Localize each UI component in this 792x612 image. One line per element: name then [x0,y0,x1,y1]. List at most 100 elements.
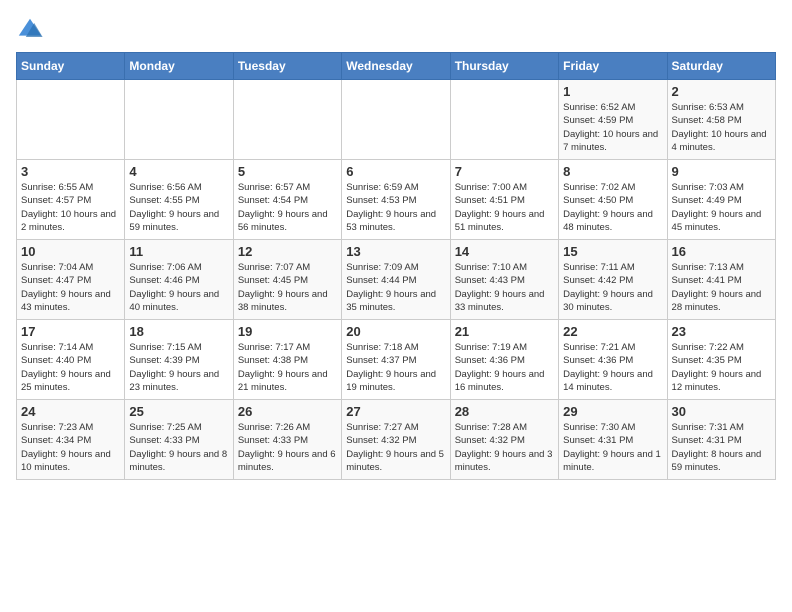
calendar-cell: 15Sunrise: 7:11 AM Sunset: 4:42 PM Dayli… [559,240,667,320]
calendar-cell: 11Sunrise: 7:06 AM Sunset: 4:46 PM Dayli… [125,240,233,320]
day-number: 25 [129,404,228,419]
day-detail: Sunrise: 6:59 AM Sunset: 4:53 PM Dayligh… [346,181,445,234]
day-number: 1 [563,84,662,99]
weekday-header-friday: Friday [559,53,667,80]
day-number: 18 [129,324,228,339]
day-detail: Sunrise: 6:55 AM Sunset: 4:57 PM Dayligh… [21,181,120,234]
day-detail: Sunrise: 7:10 AM Sunset: 4:43 PM Dayligh… [455,261,554,314]
calendar-cell: 2Sunrise: 6:53 AM Sunset: 4:58 PM Daylig… [667,80,775,160]
day-detail: Sunrise: 7:23 AM Sunset: 4:34 PM Dayligh… [21,421,120,474]
calendar-cell [342,80,450,160]
day-number: 4 [129,164,228,179]
calendar-cell [125,80,233,160]
weekday-header-thursday: Thursday [450,53,558,80]
day-number: 24 [21,404,120,419]
day-detail: Sunrise: 7:13 AM Sunset: 4:41 PM Dayligh… [672,261,771,314]
calendar-cell [233,80,341,160]
day-detail: Sunrise: 6:52 AM Sunset: 4:59 PM Dayligh… [563,101,662,154]
day-detail: Sunrise: 7:18 AM Sunset: 4:37 PM Dayligh… [346,341,445,394]
day-detail: Sunrise: 7:28 AM Sunset: 4:32 PM Dayligh… [455,421,554,474]
day-number: 20 [346,324,445,339]
calendar-cell: 3Sunrise: 6:55 AM Sunset: 4:57 PM Daylig… [17,160,125,240]
day-detail: Sunrise: 7:25 AM Sunset: 4:33 PM Dayligh… [129,421,228,474]
day-number: 17 [21,324,120,339]
week-row-1: 1 Sunrise: 6:52 AM Sunset: 4:59 PM Daylig… [17,80,776,160]
day-number: 8 [563,164,662,179]
day-detail: Sunrise: 7:22 AM Sunset: 4:35 PM Dayligh… [672,341,771,394]
day-detail: Sunrise: 7:00 AM Sunset: 4:51 PM Dayligh… [455,181,554,234]
day-detail: Sunrise: 7:03 AM Sunset: 4:49 PM Dayligh… [672,181,771,234]
day-detail: Sunrise: 7:19 AM Sunset: 4:36 PM Dayligh… [455,341,554,394]
calendar-cell [17,80,125,160]
calendar-cell: 12 Sunrise: 7:07 AM Sunset: 4:45 PM Dayli… [233,240,341,320]
calendar-cell: 28 Sunrise: 7:28 AM Sunset: 4:32 PM Dayli… [450,400,558,480]
calendar-cell: 8 Sunrise: 7:02 AM Sunset: 4:50 PM Daylig… [559,160,667,240]
day-detail: Sunrise: 7:11 AM Sunset: 4:42 PM Dayligh… [563,261,662,314]
day-number: 19 [238,324,337,339]
header [16,16,776,44]
calendar-cell [450,80,558,160]
calendar-cell: 20 Sunrise: 7:18 AM Sunset: 4:37 PM Dayli… [342,320,450,400]
day-number: 12 [238,244,337,259]
week-row-2: 3Sunrise: 6:55 AM Sunset: 4:57 PM Daylig… [17,160,776,240]
weekday-header-sunday: Sunday [17,53,125,80]
logo [16,16,48,44]
day-number: 2 [672,84,771,99]
calendar-cell: 1 Sunrise: 6:52 AM Sunset: 4:59 PM Daylig… [559,80,667,160]
week-row-5: 24 Sunrise: 7:23 AM Sunset: 4:34 PM Dayli… [17,400,776,480]
day-detail: Sunrise: 7:04 AM Sunset: 4:47 PM Dayligh… [21,261,120,314]
calendar-cell: 5 Sunrise: 6:57 AM Sunset: 4:54 PM Daylig… [233,160,341,240]
calendar-cell: 9Sunrise: 7:03 AM Sunset: 4:49 PM Daylig… [667,160,775,240]
day-detail: Sunrise: 6:57 AM Sunset: 4:54 PM Dayligh… [238,181,337,234]
weekday-header-wednesday: Wednesday [342,53,450,80]
calendar-table: SundayMondayTuesdayWednesdayThursdayFrid… [16,52,776,480]
calendar-cell: 30Sunrise: 7:31 AM Sunset: 4:31 PM Dayli… [667,400,775,480]
calendar-cell: 23 Sunrise: 7:22 AM Sunset: 4:35 PM Dayli… [667,320,775,400]
day-number: 10 [21,244,120,259]
day-detail: Sunrise: 7:30 AM Sunset: 4:31 PM Dayligh… [563,421,662,474]
day-number: 23 [672,324,771,339]
day-number: 27 [346,404,445,419]
calendar-cell: 10 Sunrise: 7:04 AM Sunset: 4:47 PM Dayli… [17,240,125,320]
day-detail: Sunrise: 7:06 AM Sunset: 4:46 PM Dayligh… [129,261,228,314]
day-number: 28 [455,404,554,419]
day-detail: Sunrise: 7:27 AM Sunset: 4:32 PM Dayligh… [346,421,445,474]
week-row-4: 17 Sunrise: 7:14 AM Sunset: 4:40 PM Dayli… [17,320,776,400]
day-detail: Sunrise: 7:26 AM Sunset: 4:33 PM Dayligh… [238,421,337,474]
calendar-cell: 6 Sunrise: 6:59 AM Sunset: 4:53 PM Daylig… [342,160,450,240]
day-number: 30 [672,404,771,419]
week-row-3: 10 Sunrise: 7:04 AM Sunset: 4:47 PM Dayli… [17,240,776,320]
calendar-cell: 4 Sunrise: 6:56 AM Sunset: 4:55 PM Daylig… [125,160,233,240]
day-detail: Sunrise: 7:21 AM Sunset: 4:36 PM Dayligh… [563,341,662,394]
day-detail: Sunrise: 7:07 AM Sunset: 4:45 PM Dayligh… [238,261,337,314]
day-detail: Sunrise: 6:56 AM Sunset: 4:55 PM Dayligh… [129,181,228,234]
day-number: 5 [238,164,337,179]
calendar-cell: 17 Sunrise: 7:14 AM Sunset: 4:40 PM Dayli… [17,320,125,400]
calendar-cell: 7 Sunrise: 7:00 AM Sunset: 4:51 PM Daylig… [450,160,558,240]
calendar-cell: 24 Sunrise: 7:23 AM Sunset: 4:34 PM Dayli… [17,400,125,480]
weekday-header-tuesday: Tuesday [233,53,341,80]
day-number: 22 [563,324,662,339]
day-detail: Sunrise: 7:02 AM Sunset: 4:50 PM Dayligh… [563,181,662,234]
day-detail: Sunrise: 7:09 AM Sunset: 4:44 PM Dayligh… [346,261,445,314]
calendar-cell: 19Sunrise: 7:17 AM Sunset: 4:38 PM Dayli… [233,320,341,400]
logo-icon [16,16,44,44]
day-detail: Sunrise: 7:14 AM Sunset: 4:40 PM Dayligh… [21,341,120,394]
weekday-header-monday: Monday [125,53,233,80]
day-detail: Sunrise: 7:15 AM Sunset: 4:39 PM Dayligh… [129,341,228,394]
calendar-cell: 21 Sunrise: 7:19 AM Sunset: 4:36 PM Dayli… [450,320,558,400]
day-number: 21 [455,324,554,339]
calendar-cell: 26 Sunrise: 7:26 AM Sunset: 4:33 PM Dayli… [233,400,341,480]
calendar-cell: 14Sunrise: 7:10 AM Sunset: 4:43 PM Dayli… [450,240,558,320]
day-number: 6 [346,164,445,179]
calendar-cell: 16 Sunrise: 7:13 AM Sunset: 4:41 PM Dayli… [667,240,775,320]
day-number: 26 [238,404,337,419]
day-number: 29 [563,404,662,419]
calendar-cell: 29 Sunrise: 7:30 AM Sunset: 4:31 PM Dayli… [559,400,667,480]
day-number: 16 [672,244,771,259]
calendar-cell: 22 Sunrise: 7:21 AM Sunset: 4:36 PM Dayli… [559,320,667,400]
day-number: 7 [455,164,554,179]
calendar-cell: 18 Sunrise: 7:15 AM Sunset: 4:39 PM Dayli… [125,320,233,400]
weekday-header-row: SundayMondayTuesdayWednesdayThursdayFrid… [17,53,776,80]
day-number: 13 [346,244,445,259]
